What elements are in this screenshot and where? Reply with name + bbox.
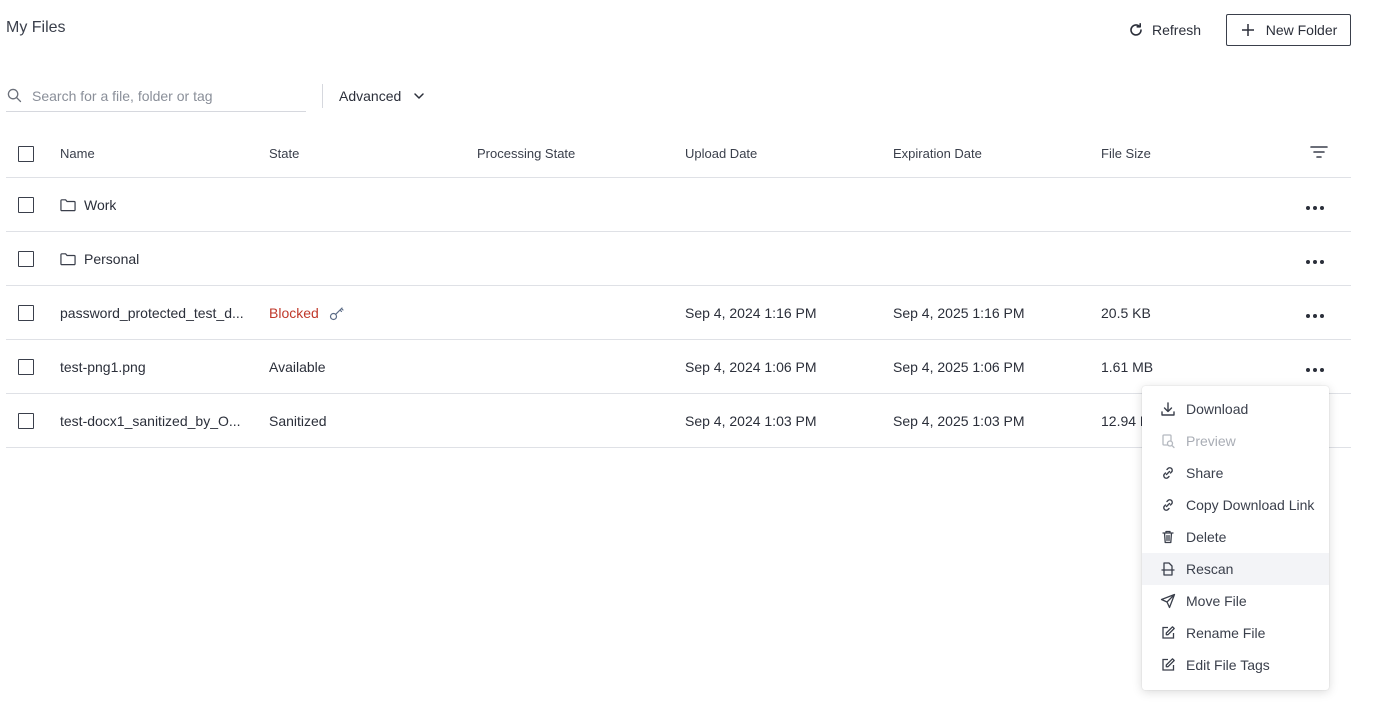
menu-item-copy-download-link[interactable]: Copy Download Link <box>1142 489 1329 521</box>
row-upload-date: Sep 4, 2024 1:06 PM <box>685 358 817 375</box>
row-expiration-date: Sep 4, 2025 1:03 PM <box>893 412 1025 429</box>
link-icon <box>1160 465 1176 481</box>
refresh-button[interactable]: Refresh <box>1120 14 1209 46</box>
download-icon <box>1160 401 1176 417</box>
row-upload-date: Sep 4, 2024 1:03 PM <box>685 412 817 429</box>
edit-icon <box>1160 625 1176 641</box>
advanced-label: Advanced <box>339 88 402 104</box>
row-checkbox[interactable] <box>18 250 34 267</box>
search-input[interactable] <box>32 87 292 104</box>
row-name[interactable]: password_protected_test_d... <box>60 305 244 321</box>
column-header-state[interactable]: State <box>269 146 299 161</box>
menu-item-download[interactable]: Download <box>1142 393 1329 425</box>
menu-item-label: Copy Download Link <box>1186 497 1315 513</box>
search-icon <box>6 88 22 104</box>
column-header-file-size[interactable]: File Size <box>1101 146 1151 161</box>
menu-item-label: Delete <box>1186 529 1227 545</box>
row-checkbox[interactable] <box>18 304 34 321</box>
folder-icon <box>60 251 76 267</box>
menu-item-delete[interactable]: Delete <box>1142 521 1329 553</box>
row-name[interactable]: test-docx1_sanitized_by_O... <box>60 413 241 429</box>
menu-item-label: Share <box>1186 465 1224 481</box>
trash-icon <box>1160 529 1176 545</box>
new-folder-label: New Folder <box>1265 22 1338 38</box>
preview-icon <box>1160 433 1176 449</box>
row-name[interactable]: Work <box>84 197 116 213</box>
menu-item-label: Edit File Tags <box>1186 657 1270 673</box>
row-more-icon[interactable] <box>1306 359 1324 375</box>
row-more-icon[interactable] <box>1306 251 1324 267</box>
key-icon <box>329 305 345 321</box>
row-state: Available <box>269 358 326 375</box>
row-checkbox[interactable] <box>18 196 34 213</box>
refresh-icon <box>1128 22 1144 38</box>
table-row[interactable]: Work <box>6 178 1351 232</box>
edit-icon <box>1160 657 1176 673</box>
send-icon <box>1160 593 1176 609</box>
refresh-label: Refresh <box>1152 22 1202 38</box>
new-folder-button[interactable]: New Folder <box>1226 14 1351 46</box>
row-expiration-date: Sep 4, 2025 1:06 PM <box>893 358 1025 375</box>
menu-item-edit-file-tags[interactable]: Edit File Tags <box>1142 649 1329 681</box>
page-title: My Files <box>6 19 66 36</box>
row-name[interactable]: test-png1.png <box>60 359 146 375</box>
table-header: Name State Processing State Upload Date … <box>6 130 1351 178</box>
row-state: Sanitized <box>269 412 327 429</box>
column-header-processing-state[interactable]: Processing State <box>477 146 575 161</box>
rescan-icon <box>1160 561 1176 577</box>
menu-item-rename-file[interactable]: Rename File <box>1142 617 1329 649</box>
menu-item-label: Download <box>1186 401 1249 417</box>
folder-icon <box>60 197 76 213</box>
search-box <box>6 80 306 112</box>
row-file-size: 1.61 MB <box>1101 358 1154 375</box>
row-file-size: 20.5 KB <box>1101 304 1151 321</box>
row-checkbox[interactable] <box>18 358 34 375</box>
row-checkbox[interactable] <box>18 412 34 429</box>
row-upload-date: Sep 4, 2024 1:16 PM <box>685 304 817 321</box>
file-context-menu: Download Preview Share Copy Download Lin… <box>1142 386 1329 690</box>
column-header-expiration-date[interactable]: Expiration Date <box>893 146 982 161</box>
search-divider <box>322 84 323 108</box>
my-files-page: My Files Refresh New Folder Advanced Nam… <box>0 0 1385 708</box>
row-state: Blocked <box>269 304 319 321</box>
row-more-icon[interactable] <box>1306 305 1324 321</box>
menu-item-label: Move File <box>1186 593 1247 609</box>
row-more-icon[interactable] <box>1306 197 1324 213</box>
advanced-search-toggle[interactable]: Advanced <box>339 84 427 108</box>
filter-columns-icon[interactable] <box>1310 145 1328 162</box>
menu-item-label: Rename File <box>1186 625 1266 641</box>
menu-item-label: Rescan <box>1186 561 1234 577</box>
plus-icon <box>1240 22 1256 38</box>
table-row[interactable]: Personal <box>6 232 1351 286</box>
chevron-down-icon <box>411 88 427 104</box>
menu-item-rescan[interactable]: Rescan <box>1142 553 1329 585</box>
menu-item-share[interactable]: Share <box>1142 457 1329 489</box>
select-all-checkbox[interactable] <box>18 145 34 162</box>
column-header-name[interactable]: Name <box>60 146 250 161</box>
column-header-upload-date[interactable]: Upload Date <box>685 146 757 161</box>
row-name[interactable]: Personal <box>84 251 139 267</box>
menu-item-move-file[interactable]: Move File <box>1142 585 1329 617</box>
menu-item-preview[interactable]: Preview <box>1142 425 1329 457</box>
link-icon <box>1160 497 1176 513</box>
menu-item-label: Preview <box>1186 433 1236 449</box>
table-row[interactable]: password_protected_test_d... Blocked Sep… <box>6 286 1351 340</box>
row-expiration-date: Sep 4, 2025 1:16 PM <box>893 304 1025 321</box>
